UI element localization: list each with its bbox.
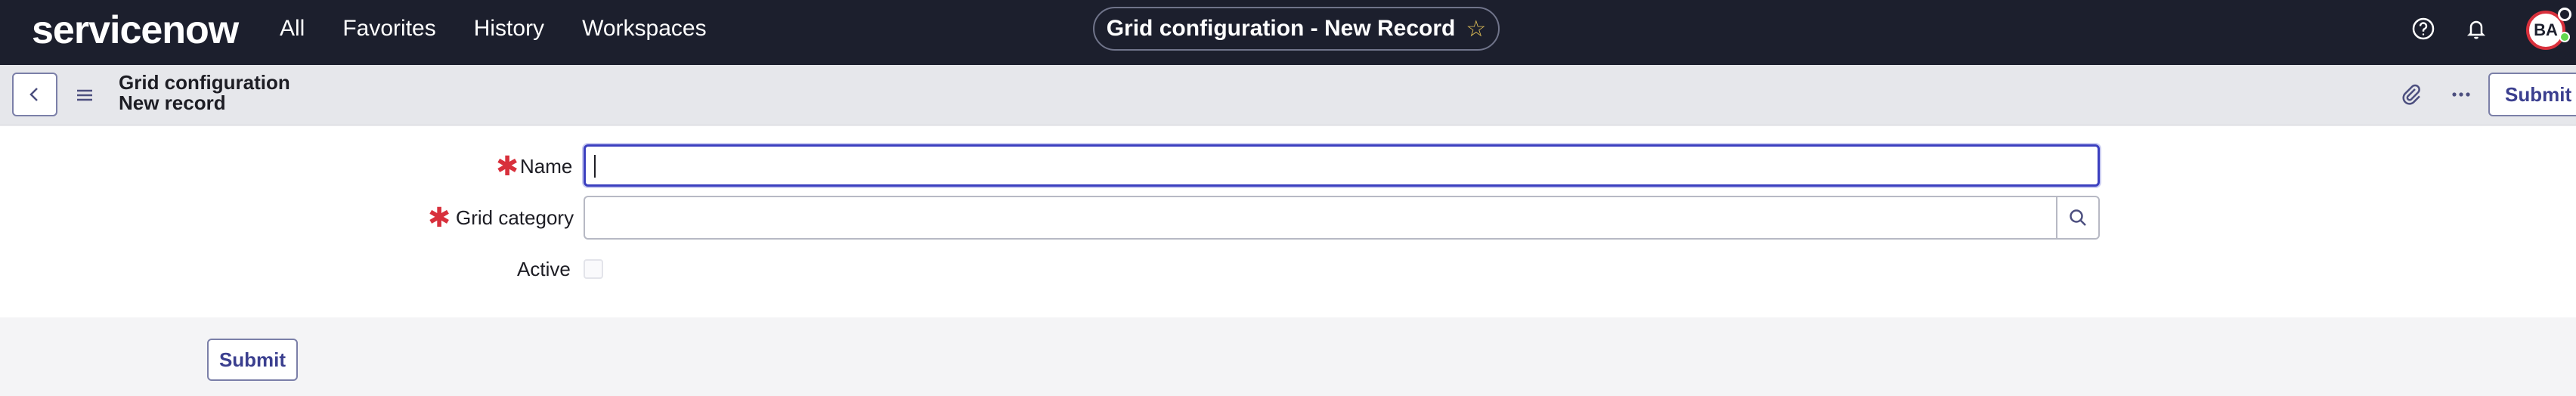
header-title-line1: Grid configuration [119, 71, 290, 94]
chevron-left-icon [29, 88, 38, 101]
grid-category-label: Grid category [456, 206, 574, 229]
avatar-status-icon [2558, 8, 2571, 21]
more-icon[interactable] [2448, 81, 2475, 108]
record-form: ✱ Name ✱ Grid category Active [0, 126, 2576, 317]
name-required-icon: ✱ [496, 150, 519, 181]
record-header-title: Grid configuration New record [119, 73, 290, 113]
text-caret [594, 155, 596, 178]
star-icon[interactable]: ☆ [1466, 16, 1486, 42]
grid-category-lookup-button[interactable] [2056, 196, 2100, 240]
nav-link-history[interactable]: History [474, 16, 544, 42]
grid-category-input[interactable] [584, 196, 2056, 240]
hamburger-icon[interactable] [73, 85, 97, 106]
logo-text: servicenow [32, 8, 239, 52]
nav-links: All Favorites History Workspaces [280, 0, 745, 57]
record-title: Grid configuration - New Record [1106, 16, 1456, 41]
nav-link-favorites[interactable]: Favorites [342, 16, 435, 42]
nav-link-all[interactable]: All [280, 16, 305, 42]
grid-category-required-icon: ✱ [428, 202, 451, 233]
top-navigation: servicenow All Favorites History Workspa… [0, 0, 2576, 65]
name-input[interactable] [584, 144, 2100, 187]
help-icon[interactable] [2408, 14, 2438, 44]
footer-submit-button[interactable]: Submit [207, 339, 298, 381]
record-title-pill[interactable]: Grid configuration - New Record ☆ [1093, 7, 1500, 51]
back-button[interactable] [12, 73, 57, 116]
active-checkbox[interactable] [584, 259, 603, 279]
servicenow-logo[interactable]: servicenow [32, 8, 239, 53]
presence-indicator-icon [2559, 32, 2570, 42]
nav-link-workspaces[interactable]: Workspaces [582, 16, 707, 42]
name-label: Name [520, 155, 573, 178]
header-submit-button[interactable]: Submit [2488, 73, 2576, 116]
paperclip-icon[interactable] [2398, 81, 2425, 108]
avatar-initials: BA [2534, 20, 2558, 39]
active-label: Active [517, 258, 571, 280]
header-title-line2: New record [119, 91, 226, 114]
bell-icon[interactable] [2461, 14, 2491, 44]
record-header: Grid configuration New record Submit [0, 65, 2576, 125]
search-icon [2070, 209, 2086, 226]
